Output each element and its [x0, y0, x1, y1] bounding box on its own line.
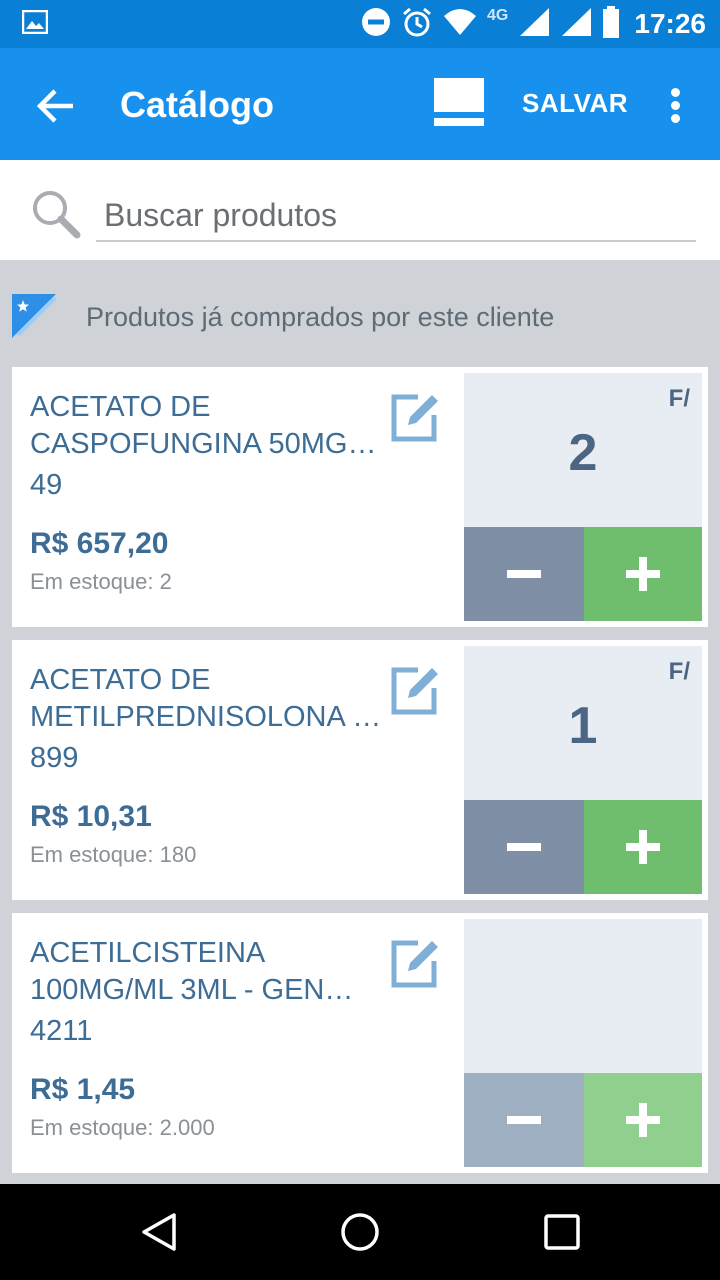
quantity-display[interactable]: F/ 1 [464, 646, 702, 800]
minus-icon [507, 1116, 541, 1124]
product-card[interactable]: ACETATO DE CASPOFUNGINA 50MG… 49 R$ 657,… [12, 367, 708, 627]
nav-home-button[interactable] [340, 1212, 380, 1252]
increase-quantity-button[interactable] [584, 1073, 702, 1167]
status-bar: 4G 17:26 [0, 0, 720, 48]
search-bar [0, 160, 720, 260]
save-button[interactable]: SALVAR [522, 88, 628, 119]
edit-product-button[interactable] [388, 662, 444, 718]
product-name: ACETATO DE CASPOFUNGINA 50MG… [30, 391, 377, 460]
product-stock: Em estoque: 180 [30, 842, 197, 867]
more-vert-icon [671, 88, 680, 97]
battery-icon [602, 5, 620, 43]
product-price: R$ 657,20 [30, 527, 169, 560]
minus-icon [507, 843, 541, 851]
product-name: ACETATO DE METILPREDNISOLONA … [30, 664, 382, 733]
product-card[interactable]: ACETILCISTEINA 100MG/ML 3ML - GEN… 4211 … [12, 913, 708, 1173]
back-button[interactable] [30, 80, 82, 132]
minus-icon [507, 570, 541, 578]
edit-icon [391, 940, 438, 988]
home-circle-icon [341, 1213, 379, 1251]
product-code: 49 [30, 469, 63, 501]
back-triangle-icon [142, 1213, 176, 1251]
product-code: 899 [30, 742, 79, 774]
nav-back-button[interactable] [140, 1212, 180, 1252]
star-flag-icon [12, 294, 56, 338]
nav-recents-button[interactable] [542, 1212, 582, 1252]
product-name: ACETILCISTEINA 100MG/ML 3ML - GEN… [30, 937, 354, 1006]
quantity-value: 1 [568, 697, 598, 755]
edit-product-button[interactable] [388, 935, 444, 991]
section-title: Produtos já comprados por este cliente [86, 302, 555, 332]
product-code: 4211 [30, 1015, 93, 1047]
signal-icon [560, 7, 592, 42]
edit-icon [391, 394, 438, 442]
unit-label: F/ [668, 658, 690, 685]
section-header: Produtos já comprados por este cliente [0, 290, 720, 350]
decrease-quantity-button[interactable] [464, 527, 584, 621]
product-price: R$ 10,31 [30, 800, 152, 833]
edit-icon [391, 667, 438, 715]
wifi-icon [443, 8, 477, 41]
product-stock: Em estoque: 2.000 [30, 1115, 215, 1140]
product-card[interactable]: ACETATO DE METILPREDNISOLONA … 899 R$ 10… [12, 640, 708, 900]
product-stock: Em estoque: 2 [30, 569, 172, 594]
clock: 17:26 [634, 8, 706, 39]
search-icon [33, 191, 81, 239]
view-mode-button[interactable] [434, 78, 484, 128]
increase-quantity-button[interactable] [584, 800, 702, 894]
dnd-icon [361, 7, 391, 42]
search-input[interactable] [96, 190, 696, 242]
alarm-icon [401, 6, 433, 43]
app-bar: Catálogo SALVAR [0, 48, 720, 160]
edit-product-button[interactable] [388, 389, 444, 445]
page-title: Catálogo [120, 84, 275, 125]
unit-label: F/ [668, 385, 690, 412]
product-price: R$ 1,45 [30, 1073, 136, 1106]
arrow-left-icon [37, 89, 73, 123]
image-notification-icon [21, 9, 49, 39]
recents-square-icon [544, 1214, 580, 1250]
quantity-value: 2 [568, 424, 598, 482]
quantity-display[interactable] [464, 919, 702, 1073]
signal-icon [518, 7, 550, 42]
view-mode-icon [434, 78, 484, 112]
navigation-bar [0, 1184, 720, 1280]
more-options-button[interactable] [660, 84, 692, 124]
increase-quantity-button[interactable] [584, 527, 702, 621]
decrease-quantity-button[interactable] [464, 800, 584, 894]
decrease-quantity-button[interactable] [464, 1073, 584, 1167]
network-type: 4G [487, 7, 509, 24]
quantity-display[interactable]: F/ 2 [464, 373, 702, 527]
